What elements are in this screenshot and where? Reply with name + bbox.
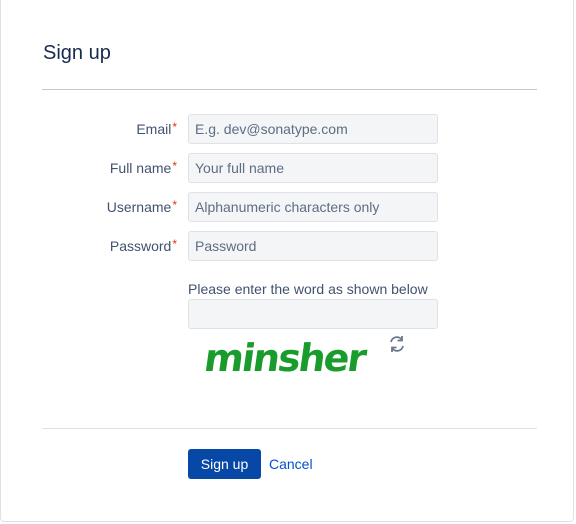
captcha-input[interactable] [188,299,438,329]
required-marker: * [172,159,177,173]
password-field[interactable] [188,231,438,261]
required-marker: * [172,120,177,134]
email-row: Email* [1,114,576,144]
username-label: Username* [106,198,177,215]
password-row: Password* [1,231,576,261]
required-marker: * [172,237,177,251]
header-divider [42,89,537,90]
captcha-prompt: Please enter the word as shown below [188,281,428,297]
full-name-field[interactable] [188,153,438,183]
sign-up-button[interactable]: Sign up [188,449,261,479]
captcha-word: minsher [201,337,369,381]
dialog-title: Sign up [43,42,111,64]
captcha-image: minsher [201,337,369,381]
password-label: Password* [109,237,177,254]
full-name-label: Full name* [109,159,177,176]
signup-dialog: Sign up Email* Full name* Username* Pass… [0,0,574,522]
email-field[interactable] [188,114,438,144]
username-field[interactable] [188,192,438,222]
required-marker: * [172,198,177,212]
email-label: Email* [136,120,177,137]
full-name-row: Full name* [1,153,576,183]
refresh-icon[interactable] [387,334,407,354]
cancel-link[interactable]: Cancel [269,449,313,479]
footer-divider [42,428,537,429]
username-row: Username* [1,192,576,222]
